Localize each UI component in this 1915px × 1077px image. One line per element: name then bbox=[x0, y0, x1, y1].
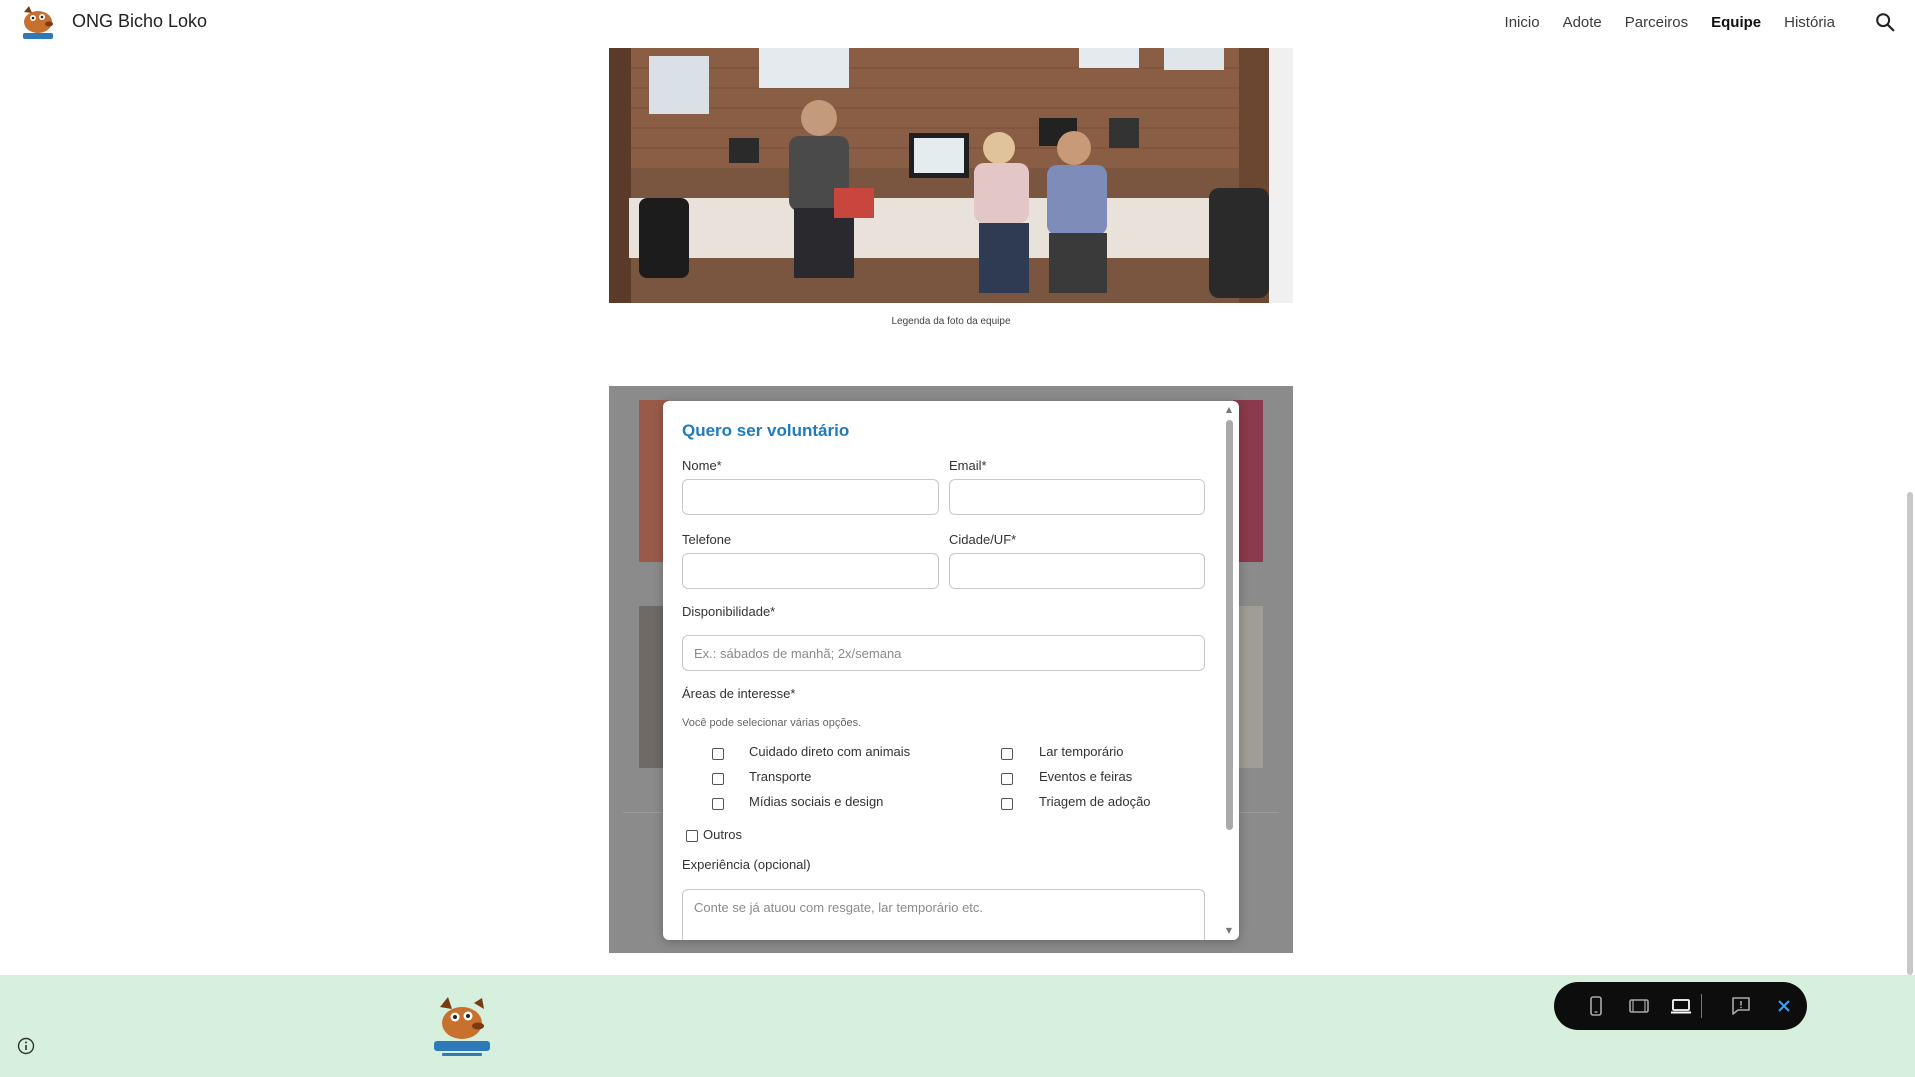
name-label: Nome* bbox=[682, 458, 722, 473]
checkbox-label-outros[interactable]: Outros bbox=[703, 827, 742, 842]
email-label: Email* bbox=[949, 458, 987, 473]
nav-historia[interactable]: História bbox=[1784, 14, 1835, 31]
checkbox-label-cuidado[interactable]: Cuidado direto com animais bbox=[749, 744, 910, 759]
phone-input[interactable] bbox=[682, 553, 939, 589]
tablet-view-icon[interactable] bbox=[1627, 994, 1651, 1018]
interests-hint: Você pode selecionar várias opções. bbox=[682, 717, 862, 729]
footer-logo[interactable] bbox=[430, 995, 494, 1059]
checkbox-label-transporte[interactable]: Transporte bbox=[749, 769, 811, 784]
availability-input[interactable] bbox=[682, 635, 1205, 671]
checkbox-label-midias[interactable]: Mídias sociais e design bbox=[749, 794, 883, 809]
laptop-view-icon[interactable] bbox=[1669, 994, 1693, 1018]
main-nav: Inicio Adote Parceiros Equipe História bbox=[1505, 14, 1835, 31]
toolbar-divider bbox=[1701, 994, 1702, 1018]
interests-label: Áreas de interesse* bbox=[682, 686, 796, 701]
phone-view-icon[interactable] bbox=[1584, 994, 1608, 1018]
phone-label: Telefone bbox=[682, 532, 732, 547]
team-photo-illustration bbox=[609, 48, 1293, 303]
scroll-down-arrow-icon[interactable]: ▼ bbox=[1224, 927, 1234, 935]
site-header: ONG Bicho Loko Inicio Adote Parceiros Eq… bbox=[0, 0, 1915, 46]
checkbox-eventos[interactable] bbox=[1001, 773, 1013, 785]
info-icon[interactable] bbox=[17, 1037, 35, 1055]
nav-equipe[interactable]: Equipe bbox=[1711, 14, 1761, 31]
search-icon[interactable] bbox=[1874, 11, 1896, 33]
nav-inicio[interactable]: Inicio bbox=[1505, 14, 1540, 31]
checkbox-cuidado[interactable] bbox=[712, 748, 724, 760]
city-label: Cidade/UF* bbox=[949, 532, 1017, 547]
nav-adote[interactable]: Adote bbox=[1563, 14, 1602, 31]
name-input[interactable] bbox=[682, 479, 939, 515]
site-title[interactable]: ONG Bicho Loko bbox=[72, 11, 207, 32]
nav-parceiros[interactable]: Parceiros bbox=[1625, 14, 1688, 31]
volunteer-form-modal: Quero ser voluntário Nome* Email* Telefo… bbox=[663, 401, 1239, 940]
scroll-up-arrow-icon[interactable]: ▲ bbox=[1224, 406, 1234, 414]
site-logo[interactable] bbox=[20, 4, 56, 42]
page-scrollbar-thumb[interactable] bbox=[1907, 492, 1913, 975]
checkbox-triagem[interactable] bbox=[1001, 798, 1013, 810]
photo-caption: Legenda da foto da equipe bbox=[891, 316, 1011, 327]
checkbox-outros[interactable] bbox=[686, 830, 698, 842]
report-icon[interactable] bbox=[1729, 994, 1753, 1018]
checkbox-label-lar-temporario[interactable]: Lar temporário bbox=[1039, 744, 1124, 759]
checkbox-lar-temporario[interactable] bbox=[1001, 748, 1013, 760]
close-icon[interactable] bbox=[1772, 994, 1796, 1018]
experience-label: Experiência (opcional) bbox=[682, 857, 811, 872]
availability-label: Disponibilidade* bbox=[682, 604, 776, 619]
team-photo bbox=[609, 48, 1293, 303]
checkbox-label-triagem[interactable]: Triagem de adoção bbox=[1039, 794, 1151, 809]
checkbox-transporte[interactable] bbox=[712, 773, 724, 785]
experience-textarea[interactable]: Conte se já atuou com resgate, lar tempo… bbox=[682, 889, 1205, 940]
email-input[interactable] bbox=[949, 479, 1205, 515]
form-title: Quero ser voluntário bbox=[682, 421, 850, 440]
city-input[interactable] bbox=[949, 553, 1205, 589]
checkbox-midias[interactable] bbox=[712, 798, 724, 810]
checkbox-label-eventos[interactable]: Eventos e feiras bbox=[1039, 769, 1132, 784]
preview-toolbar bbox=[1554, 982, 1807, 1030]
modal-scrollbar-thumb[interactable] bbox=[1226, 420, 1233, 830]
